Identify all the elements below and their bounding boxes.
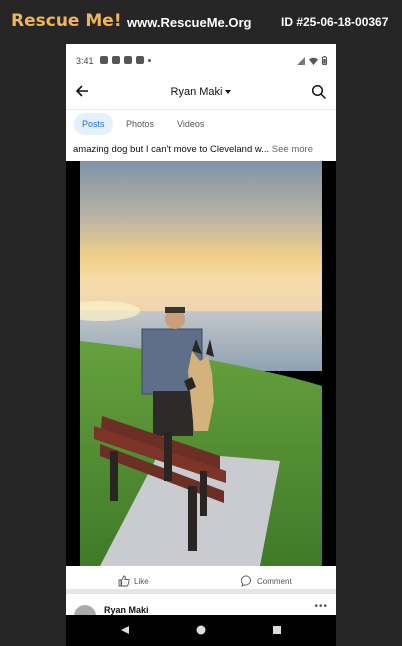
profile-tabs: Posts Photos Videos (66, 110, 336, 140)
notification-icons (100, 56, 151, 64)
pet-id: ID #25-06-18-00367 (281, 15, 389, 29)
status-bar: 3:41 (66, 44, 336, 78)
battery-icon (322, 56, 327, 65)
chevron-down-icon (225, 90, 232, 95)
next-post-author[interactable]: Ryan Maki (104, 605, 149, 615)
like-button[interactable]: Like (118, 575, 149, 587)
system-icons (297, 56, 327, 65)
more-notifications-icon (148, 58, 151, 62)
search-icon[interactable] (311, 84, 327, 100)
calendar-icon (112, 56, 120, 64)
comment-icon (241, 575, 251, 587)
tab-videos[interactable]: Videos (169, 113, 212, 135)
see-more-link[interactable]: See more (272, 144, 313, 155)
man-and-dog-sunset-photo (80, 161, 322, 566)
app-bar: Ryan Maki (66, 78, 336, 110)
profile-name-dropdown[interactable]: Ryan Maki (66, 86, 336, 98)
nav-back-icon[interactable] (120, 625, 130, 635)
messenger-icon (100, 56, 108, 64)
phone-screenshot: 3:41 Ryan Maki Posts Photos Videos amazi… (66, 44, 336, 646)
android-nav-bar (66, 615, 336, 646)
wifi-icon (309, 57, 318, 65)
nav-recents-icon[interactable] (272, 625, 282, 635)
caption-text: amazing dog but I can't move to Clevelan… (73, 144, 270, 155)
rescueme-header: Rescue Me! www.RescueMe.Org ID #25-06-18… (0, 0, 402, 44)
tab-posts[interactable]: Posts (74, 113, 113, 135)
comment-label: Comment (257, 576, 292, 586)
thumbs-up-icon (118, 575, 130, 587)
comment-button[interactable]: Comment (241, 575, 292, 587)
more-options-icon[interactable]: ••• (314, 601, 328, 612)
gallery-icon (124, 56, 132, 64)
post-video[interactable] (66, 161, 336, 566)
rescueme-logo[interactable]: Rescue Me! (11, 11, 122, 31)
tab-photos[interactable]: Photos (118, 113, 162, 135)
profile-name: Ryan Maki (170, 86, 223, 98)
settings-icon (136, 56, 144, 64)
post-caption: amazing dog but I can't move to Clevelan… (73, 144, 331, 155)
signal-icon (297, 56, 305, 65)
like-label: Like (134, 576, 149, 586)
status-time: 3:41 (76, 56, 94, 66)
next-post-header: Ryan Maki ••• (66, 599, 336, 627)
nav-home-icon[interactable] (196, 625, 206, 635)
site-url[interactable]: www.RescueMe.Org (127, 15, 252, 30)
post-actions: Like Comment (66, 566, 336, 594)
